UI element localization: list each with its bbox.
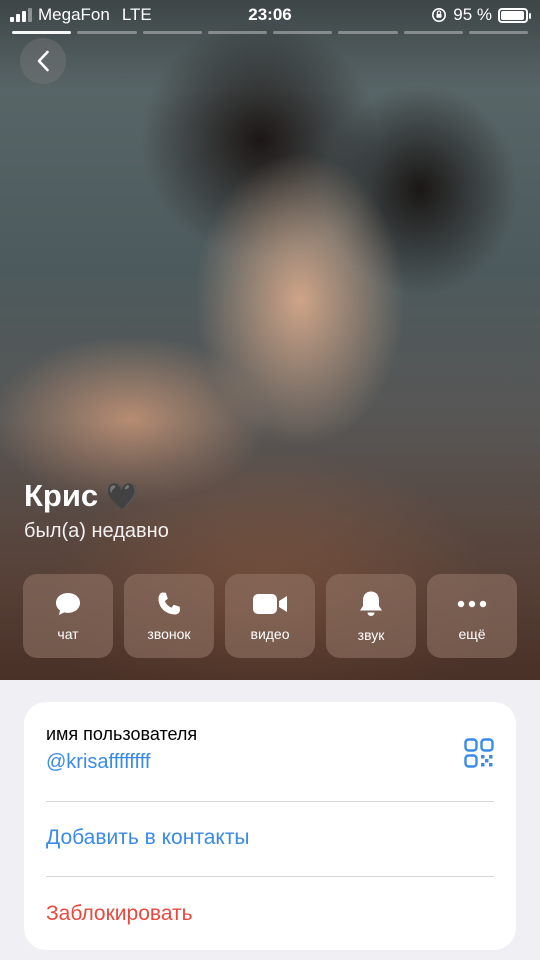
chat-button[interactable]: чат xyxy=(23,574,113,658)
video-label: видео xyxy=(250,626,290,642)
chat-bubble-icon xyxy=(56,593,80,615)
sound-button[interactable]: звук xyxy=(326,574,416,658)
call-label: звонок xyxy=(147,626,191,642)
story-progress-segment xyxy=(273,31,333,34)
divider xyxy=(46,801,494,802)
video-camera-icon xyxy=(253,594,287,614)
story-progress-segment xyxy=(338,31,398,34)
username-link[interactable]: @krisaffffffff xyxy=(46,751,197,774)
story-progress-segment xyxy=(77,31,137,34)
phone-icon xyxy=(158,592,180,615)
story-progress xyxy=(12,31,528,34)
battery-fill xyxy=(501,10,524,20)
add-to-contacts-button[interactable]: Добавить в контакты xyxy=(46,826,250,850)
orientation-lock-icon xyxy=(432,8,447,22)
qr-code-icon xyxy=(464,738,494,768)
video-button[interactable]: видео xyxy=(225,574,315,658)
bell-icon xyxy=(360,591,382,616)
divider xyxy=(46,876,494,877)
profile-name-text: Крис xyxy=(24,478,99,513)
action-bar: чат звонок видео звук ещё xyxy=(23,574,517,658)
story-progress-segment xyxy=(142,31,202,34)
battery-icon xyxy=(498,7,531,23)
status-right: 95 % xyxy=(431,5,531,25)
more-label: ещё xyxy=(458,626,486,642)
username-row[interactable]: имя пользователя @krisaffffffff xyxy=(46,724,197,774)
story-progress-segment xyxy=(468,31,528,34)
battery-percent: 95 % xyxy=(453,5,492,24)
chat-label: чат xyxy=(57,626,79,642)
username-caption: имя пользователя xyxy=(46,724,198,744)
call-button[interactable]: звонок xyxy=(124,574,214,658)
story-progress-segment xyxy=(12,31,72,34)
last-seen-status: был(а) недавно xyxy=(24,520,169,542)
black-heart-emoji: 🖤 xyxy=(106,480,139,511)
story-progress-segment xyxy=(403,31,463,34)
profile-name: Крис 🖤 xyxy=(24,478,139,514)
story-progress-segment xyxy=(207,31,267,34)
more-button[interactable]: ещё xyxy=(427,574,517,658)
back-button[interactable] xyxy=(20,38,66,84)
block-user-button[interactable]: Заблокировать xyxy=(46,902,193,926)
status-bar: MegaFon LTE 23:06 95 % xyxy=(0,0,540,30)
more-dots-icon xyxy=(457,600,487,608)
sound-label: звук xyxy=(357,627,385,643)
chevron-left-icon xyxy=(37,50,49,72)
profile-info-card: имя пользователя @krisaffffffff Добавить… xyxy=(24,702,516,950)
qr-code-button[interactable] xyxy=(464,738,494,773)
